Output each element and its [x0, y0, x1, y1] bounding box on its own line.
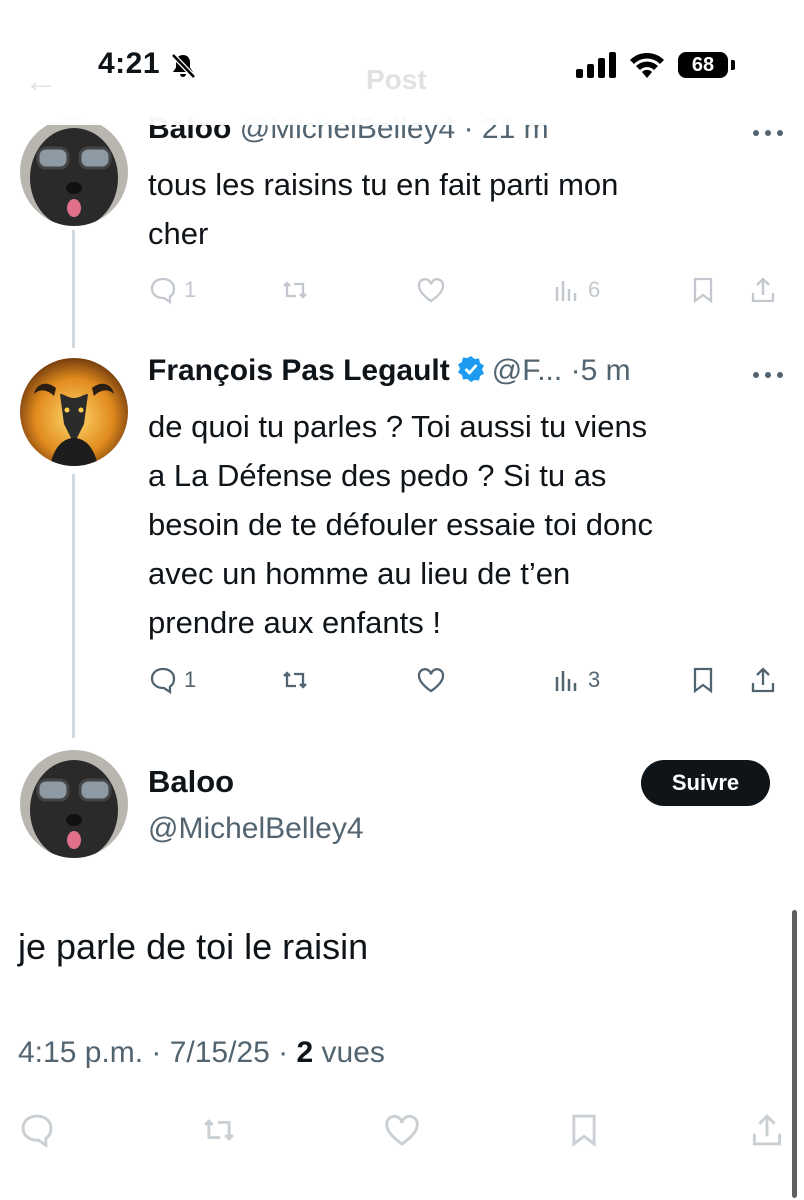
share-icon: [752, 1114, 782, 1146]
battery-nub: [731, 60, 735, 70]
thread-line: [72, 474, 75, 738]
status-time: 4:21: [98, 47, 161, 80]
views-icon: [555, 281, 577, 301]
retweet-button[interactable]: [280, 270, 310, 310]
thread-line: [72, 230, 75, 348]
heart-icon: [417, 668, 445, 693]
views-button[interactable]: 3: [552, 660, 600, 700]
share-button[interactable]: [748, 660, 778, 700]
reply-button[interactable]: [18, 1110, 56, 1150]
bookmark-icon: [572, 1114, 596, 1147]
text-line: de quoi tu parles ? Toi aussi tu viens: [148, 409, 648, 444]
follow-button[interactable]: Suivre: [641, 760, 770, 806]
reply-actions: 1 6: [148, 270, 788, 310]
reply-count: 1: [184, 667, 197, 692]
heart-icon: [417, 278, 445, 303]
share-icon: [751, 277, 775, 303]
text-line: tous les raisins tu en fait parti mon: [148, 167, 619, 202]
post-actions: [0, 1110, 804, 1154]
author-handle[interactable]: @MichelBelley4: [148, 812, 364, 846]
heart-icon: [385, 1114, 419, 1146]
more-options-icon[interactable]: [752, 370, 784, 380]
avatar[interactable]: [20, 118, 128, 226]
bookmark-button[interactable]: [565, 1110, 603, 1150]
views-count: 3: [588, 667, 601, 692]
comment-icon: [150, 277, 176, 305]
cellular-signal-icon: [576, 52, 616, 78]
back-arrow-icon[interactable]: ←: [24, 62, 58, 101]
scrollbar[interactable]: [792, 910, 797, 1198]
comment-icon: [150, 667, 176, 695]
bell-muted-icon: [171, 53, 196, 79]
text-line: besoin de te défouler essaie toi donc: [148, 507, 653, 542]
more-options-icon[interactable]: [752, 128, 784, 138]
verified-badge-icon: [457, 356, 484, 382]
status-bar: ← Post 4:21 68: [0, 0, 804, 125]
views-button[interactable]: 6: [552, 270, 600, 310]
retweet-icon: [204, 1119, 234, 1141]
views-label: vues: [321, 1036, 385, 1069]
bookmark-button[interactable]: [688, 270, 718, 310]
post-text: je parle de toi le raisin: [18, 926, 369, 967]
like-button[interactable]: [383, 1110, 421, 1150]
retweet-button[interactable]: [280, 660, 310, 700]
retweet-icon: [283, 671, 307, 689]
reply-header: François Pas Legault @F... ·5 m: [148, 354, 631, 388]
text-line: a La Défense des pedo ? Si tu as: [148, 458, 607, 493]
reply-count: 1: [184, 277, 197, 302]
avatar[interactable]: [20, 750, 128, 858]
author-name[interactable]: Baloo: [148, 764, 234, 800]
reply-text: de quoi tu parles ? Toi aussi tu viens a…: [148, 402, 778, 647]
share-button[interactable]: [748, 1110, 786, 1150]
avatar[interactable]: [20, 358, 128, 466]
views-icon: [555, 671, 577, 691]
comment-icon: [21, 1114, 53, 1148]
wifi-icon: [630, 52, 664, 78]
like-button[interactable]: [416, 270, 446, 310]
views-count: 6: [588, 277, 601, 302]
post-timestamp[interactable]: 4:15 p.m. · 7/15/25 ·: [18, 1036, 288, 1069]
share-icon: [751, 667, 775, 693]
bookmark-icon: [693, 667, 713, 694]
author-name[interactable]: François Pas Legault: [148, 354, 450, 387]
reply-actions: 1 3: [148, 660, 788, 700]
reply-button[interactable]: 1: [148, 270, 196, 310]
reply-button[interactable]: 1: [148, 660, 196, 700]
like-button[interactable]: [416, 660, 446, 700]
retweet-icon: [283, 281, 307, 299]
views-count: 2: [296, 1036, 314, 1069]
retweet-button[interactable]: [200, 1110, 238, 1150]
reply-time: ·5 m: [570, 354, 631, 387]
battery-indicator: 68: [678, 52, 728, 78]
text-line: prendre aux enfants !: [148, 605, 441, 640]
bookmark-icon: [693, 277, 713, 304]
text-line: cher: [148, 216, 209, 251]
page-title: Post: [366, 64, 427, 95]
text-line: avec un homme au lieu de t’en: [148, 556, 571, 591]
author-handle[interactable]: @F...: [492, 354, 562, 387]
share-button[interactable]: [748, 270, 778, 310]
reply-text: tous les raisins tu en fait parti mon ch…: [148, 160, 778, 258]
bookmark-button[interactable]: [688, 660, 718, 700]
post-meta: 4:15 p.m. · 7/15/25 · 2 vues: [18, 1036, 385, 1070]
